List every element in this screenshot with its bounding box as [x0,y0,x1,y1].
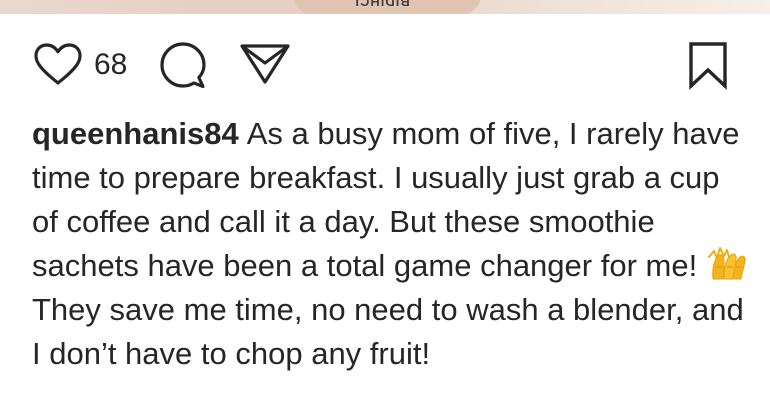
send-icon [236,40,294,86]
post-action-bar: 68 [0,34,770,90]
post-image-text: BIDIHCL [350,0,410,9]
raising-hands-icon [707,245,749,283]
post-image-strip: BIDIHCL [0,0,770,14]
like-count[interactable]: 68 [94,42,127,88]
heart-icon [32,41,84,87]
caption-username[interactable]: queenhanis84 [32,116,239,151]
like-button[interactable] [32,41,84,87]
post-caption: queenhanis84 As a busy mom of five, I rar… [32,112,752,376]
comment-button[interactable] [156,40,210,90]
share-button[interactable] [236,40,294,86]
comment-icon [156,40,210,90]
caption-text-part-2: They save me time, no need to wash a ble… [32,292,744,371]
save-button[interactable] [684,40,732,92]
bookmark-icon [684,40,732,92]
